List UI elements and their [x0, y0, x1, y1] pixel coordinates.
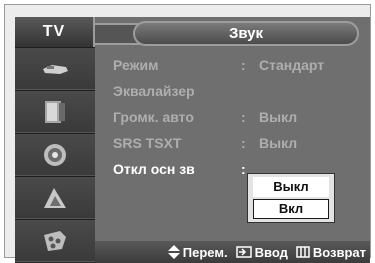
up-down-arrow-icon [167, 245, 180, 259]
menu-item-mode[interactable]: Режим : Стандарт [113, 53, 363, 79]
menu-item-label: SRS TSXT [113, 135, 182, 151]
channel-icon[interactable] [15, 133, 95, 176]
sidebar: TV [15, 17, 95, 263]
menu-item-colon: : [241, 109, 246, 125]
osd-screen: TV Звук Режим: Стандарт Эквалайзер Гром… [15, 17, 370, 263]
page-title: Звук [133, 21, 359, 46]
footer-return-label: Возврат [312, 244, 366, 260]
picture-icon[interactable] [15, 47, 95, 90]
input-icon[interactable] [15, 219, 95, 262]
footer-move: Перем. [167, 244, 228, 260]
menu-item-equalizer[interactable]: Эквалайзер [113, 79, 363, 105]
option-dropdown[interactable]: Выкл Вкл [247, 173, 335, 223]
tv-header: TV [15, 17, 95, 47]
menu-item-label: Режим [113, 57, 159, 73]
settings-menu: Режим : Стандарт Эквалайзер Громк. авто … [113, 53, 363, 183]
menu-item-label: Эквалайзер [113, 83, 195, 99]
menu-item-auto-volume[interactable]: Громк. авто : Выкл [113, 105, 363, 131]
menu-item-colon: : [241, 57, 246, 73]
dropdown-option-on[interactable]: Вкл [253, 199, 329, 219]
return-icon [296, 246, 310, 258]
sound-icon[interactable] [15, 90, 95, 133]
menu-item-label: Громк. авто [113, 109, 194, 125]
menu-item-value: Выкл [259, 135, 298, 151]
footer-return: Возврат [296, 245, 366, 260]
footer-enter-label: Ввод [254, 244, 288, 260]
menu-item-value: Стандарт [259, 57, 325, 73]
setup-icon[interactable] [15, 176, 95, 219]
footer-help-bar: Перем. Ввод Возврат [95, 241, 370, 263]
footer-move-label: Перем. [182, 244, 228, 260]
menu-item-srs-tsxt[interactable]: SRS TSXT : Выкл [113, 131, 363, 157]
enter-icon [235, 246, 252, 258]
menu-item-label: Откл осн зв [113, 161, 195, 177]
dropdown-option-off[interactable]: Выкл [253, 177, 329, 197]
footer-enter: Ввод [235, 244, 288, 260]
menu-item-colon: : [241, 161, 246, 177]
menu-item-colon: : [241, 135, 246, 151]
menu-frame: TV Звук Режим: Стандарт Эквалайзер Гром… [4, 4, 371, 263]
menu-item-value: Выкл [259, 109, 298, 125]
